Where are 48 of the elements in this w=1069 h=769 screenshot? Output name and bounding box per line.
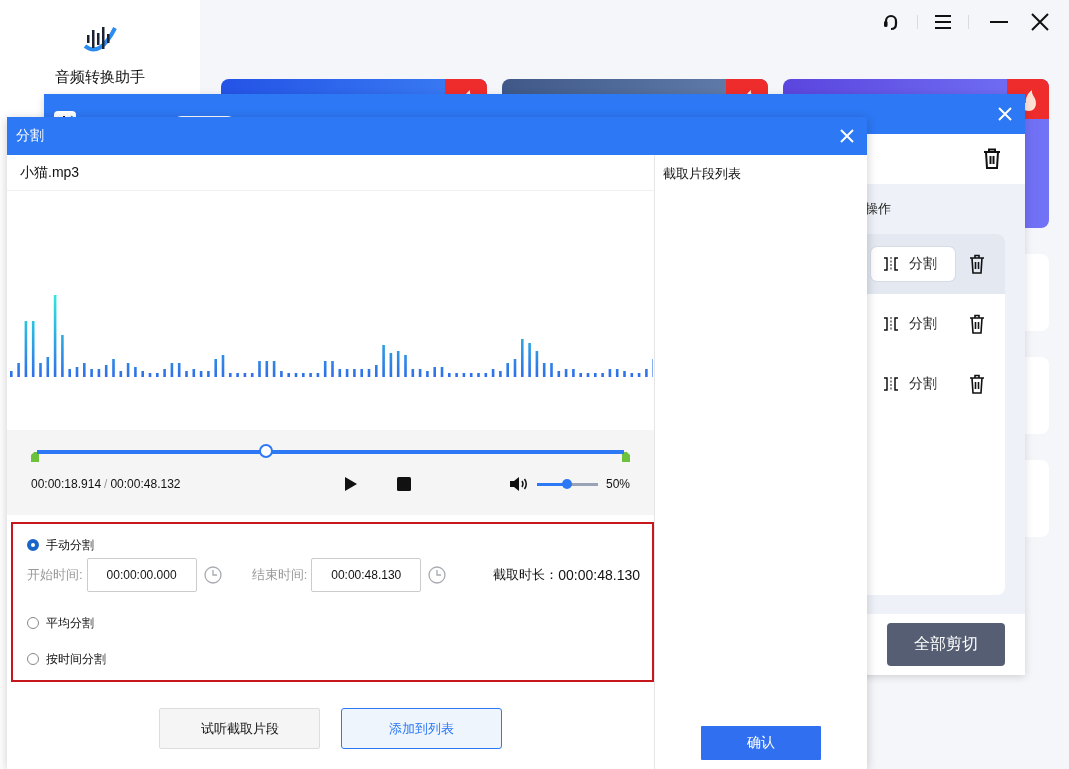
field-label: 结束时间:	[251, 566, 308, 584]
radio-option[interactable]: 手动分割	[27, 536, 94, 554]
split-icon	[883, 256, 899, 272]
duration-value: 00:00:48.130	[558, 567, 640, 583]
clock-icon[interactable]	[203, 566, 222, 584]
list-title: 截取片段列表	[662, 165, 741, 183]
trash-icon[interactable]	[969, 314, 985, 334]
range-end-handle[interactable]	[622, 452, 630, 462]
split-icon	[883, 376, 899, 392]
preview-button[interactable]: 试听截取片段	[159, 708, 320, 749]
dialog-title: 分割	[16, 127, 44, 145]
confirm-button[interactable]: 确认	[701, 726, 821, 760]
slider-thumb[interactable]	[562, 478, 573, 489]
list-row[interactable]: 分割	[865, 234, 1005, 294]
file-name: 小猫.mp3	[20, 163, 80, 182]
play-icon[interactable]	[345, 477, 357, 491]
add-to-list-button[interactable]: 添加到列表	[341, 708, 502, 749]
current-time: 00:00:18.914	[31, 477, 102, 491]
split-button[interactable]: 分割	[871, 307, 955, 341]
total-time: 00:00:48.132	[110, 477, 181, 491]
list-row[interactable]: 分割	[865, 354, 1005, 414]
volume-slider[interactable]	[536, 482, 598, 486]
menu-icon[interactable]	[934, 14, 952, 30]
time-separator: /	[104, 477, 108, 491]
list-row[interactable]: 分割	[865, 294, 1005, 354]
range-start-handle[interactable]	[31, 452, 39, 462]
trash-icon[interactable]	[969, 374, 985, 394]
split-button[interactable]: 分割	[871, 367, 955, 401]
radio-option[interactable]: 平均分割	[27, 614, 94, 632]
minimize-icon[interactable]	[989, 20, 1009, 24]
app-name: 音频转换助手	[55, 68, 145, 87]
column-header: 操作	[865, 200, 891, 218]
field-label: 开始时间:	[27, 566, 83, 584]
duration-label: 截取时长：	[493, 566, 559, 584]
split-button[interactable]: 分割	[871, 247, 955, 281]
volume-icon[interactable]	[508, 476, 529, 492]
progress-slider[interactable]	[31, 444, 630, 462]
trash-icon[interactable]	[969, 254, 985, 274]
slider-thumb[interactable]	[258, 444, 273, 458]
split-icon	[883, 316, 899, 332]
input-field[interactable]: 00:00:00.000	[86, 558, 197, 592]
cut-all-button[interactable]: 全部剪切	[887, 623, 1005, 666]
volume-reading: 50%	[605, 477, 630, 491]
clock-icon[interactable]	[428, 566, 447, 584]
input-field[interactable]: 00:00:48.130	[311, 558, 422, 592]
trash-icon[interactable]	[982, 148, 1002, 170]
close-icon[interactable]	[1031, 13, 1049, 31]
radio-option[interactable]: 按时间分割	[27, 650, 106, 668]
